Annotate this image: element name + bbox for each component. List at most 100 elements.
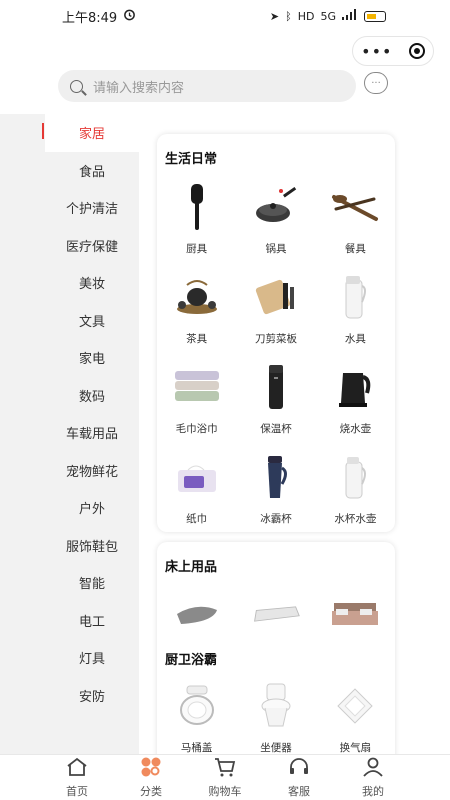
sidebar-item-lighting[interactable]: 灯具: [45, 639, 139, 677]
category-item-label: 烧水壶: [339, 423, 372, 435]
location-icon: ➤: [269, 9, 280, 23]
sidebar-item-outdoor[interactable]: 户外: [45, 489, 139, 527]
sidebar-item-pets-flowers[interactable]: 宠物鲜花: [45, 452, 139, 490]
mattress-icon: [251, 591, 301, 637]
message-icon[interactable]: ···: [364, 72, 388, 94]
nav-label: 首页: [66, 784, 88, 798]
nav-service[interactable]: 客服: [269, 755, 329, 800]
water-pitcher-icon: [330, 453, 380, 501]
category-item[interactable]: 毛巾浴巾: [157, 349, 236, 439]
toilet-seat-icon: [172, 682, 222, 730]
category-item-label: 毛巾浴巾: [175, 423, 218, 435]
category-item[interactable]: 餐具: [316, 169, 395, 259]
category-item[interactable]: [316, 579, 395, 637]
pan-icon: [251, 183, 301, 231]
category-item-label: 厨具: [186, 243, 208, 255]
sidebar-item-security[interactable]: 安防: [45, 677, 139, 715]
sidebar-item-electrical[interactable]: 电工: [45, 602, 139, 640]
battery-icon: [364, 10, 386, 22]
category-item[interactable]: 保温杯: [236, 349, 315, 439]
section-title: 床上用品: [165, 560, 218, 575]
category-item[interactable]: 换气扇: [316, 668, 395, 754]
status-time: 上午8:49: [62, 10, 118, 26]
category-item[interactable]: 锅具: [236, 169, 315, 259]
category-item-label: 换气扇: [339, 742, 372, 754]
nav-cart[interactable]: 购物车: [195, 755, 255, 800]
section-card-daily-life: 生活日常 厨具 锅具 餐具 茶具 刀剪菜板 水具 毛巾浴巾 保温杯 烧水壶 纸巾…: [157, 134, 395, 532]
pillow-icon: [172, 591, 222, 637]
search-icon: [70, 79, 83, 93]
home-icon: [66, 757, 88, 781]
sidebar-item-personal-care[interactable]: 个护清洁: [45, 189, 139, 227]
category-sidebar: 家居 食品 个护清洁 医疗保健 美妆 文具 家电 数码 车载用品 宠物鲜花 户外…: [42, 114, 139, 754]
bed-icon: [330, 591, 380, 637]
toilet-icon: [251, 682, 301, 730]
category-item[interactable]: 冰霸杯: [236, 439, 315, 529]
sidebar-item-appliances[interactable]: 家电: [45, 339, 139, 377]
category-item-label: 马桶盖: [180, 742, 213, 754]
nav-label: 我的: [362, 784, 384, 798]
cutlery-icon: [330, 183, 380, 231]
category-item[interactable]: [236, 579, 315, 637]
nav-category[interactable]: 分类: [121, 755, 181, 800]
sidebar-item-beauty[interactable]: 美妆: [45, 264, 139, 302]
more-icon[interactable]: •••: [361, 42, 392, 61]
alarm-clock-icon: [123, 8, 136, 25]
nav-label: 客服: [288, 784, 310, 798]
category-item[interactable]: 水具: [316, 259, 395, 349]
category-item-label: 刀剪菜板: [254, 333, 297, 345]
sidebar-item-car[interactable]: 车载用品: [45, 414, 139, 452]
category-item-label: 冰霸杯: [260, 513, 292, 525]
category-item[interactable]: 烧水壶: [316, 349, 395, 439]
category-item[interactable]: 纸巾: [157, 439, 236, 529]
tumbler-icon: [251, 453, 301, 501]
section-card-bedding: 床上用品 厨卫浴霸 马桶盖 坐便器 换气扇: [157, 542, 395, 754]
sidebar-item-smart[interactable]: 智能: [45, 564, 139, 602]
spatula-icon: [172, 183, 222, 231]
thermos-icon: [251, 363, 301, 411]
category-item-label: 餐具: [344, 243, 366, 255]
headset-icon: [288, 757, 310, 781]
water-jug-icon: [330, 273, 380, 321]
vent-fan-icon: [330, 682, 380, 730]
search-bar[interactable]: 请输入搜索内容: [58, 70, 356, 102]
mini-program-capsule: •••: [352, 36, 434, 66]
sidebar-item-stationery[interactable]: 文具: [45, 302, 139, 340]
category-item[interactable]: 坐便器: [236, 668, 315, 754]
category-item-label: 水具: [344, 333, 366, 345]
nav-home[interactable]: 首页: [47, 755, 107, 800]
tissue-box-icon: [172, 453, 222, 501]
nav-label: 购物车: [208, 784, 242, 798]
kettle-icon: [330, 363, 380, 411]
category-item-label: 茶具: [186, 333, 208, 345]
status-bar: 上午8:49 ➤ ᛒ HD 5G: [0, 0, 450, 32]
sidebar-item-digital[interactable]: 数码: [45, 377, 139, 415]
tea-set-icon: [172, 273, 222, 321]
header: ••• 请输入搜索内容 ···: [0, 32, 450, 114]
category-item[interactable]: 马桶盖: [157, 668, 236, 754]
category-icon: [141, 757, 161, 781]
category-item[interactable]: 厨具: [157, 169, 236, 259]
close-miniprogram-icon[interactable]: [408, 43, 425, 59]
sidebar-item-food[interactable]: 食品: [45, 152, 139, 190]
category-item[interactable]: [157, 579, 236, 637]
sidebar-item-apparel[interactable]: 服饰鞋包: [45, 527, 139, 565]
bottom-nav: 首页 分类 购物车 客服 我的: [0, 754, 450, 800]
section-title: 厨卫浴霸: [165, 653, 218, 668]
category-item[interactable]: 刀剪菜板: [236, 259, 315, 349]
category-content: 生活日常 厨具 锅具 餐具 茶具 刀剪菜板 水具 毛巾浴巾 保温杯 烧水壶 纸巾…: [139, 114, 450, 754]
signal-icon: [342, 9, 358, 23]
category-item-label: 保温杯: [260, 423, 292, 435]
user-icon: [362, 757, 384, 781]
sidebar-item-home[interactable]: 家居: [42, 114, 139, 152]
search-input[interactable]: 请输入搜索内容: [93, 77, 184, 96]
nav-label: 分类: [140, 784, 162, 798]
category-item[interactable]: 茶具: [157, 259, 236, 349]
cart-icon: [214, 757, 236, 781]
section-title: 生活日常: [165, 152, 218, 167]
nav-mine[interactable]: 我的: [343, 755, 403, 800]
network-label: 5G: [320, 9, 336, 23]
cutting-board-icon: [251, 273, 301, 321]
sidebar-item-health[interactable]: 医疗保健: [45, 227, 139, 265]
category-item[interactable]: 水杯水壶: [316, 439, 395, 529]
